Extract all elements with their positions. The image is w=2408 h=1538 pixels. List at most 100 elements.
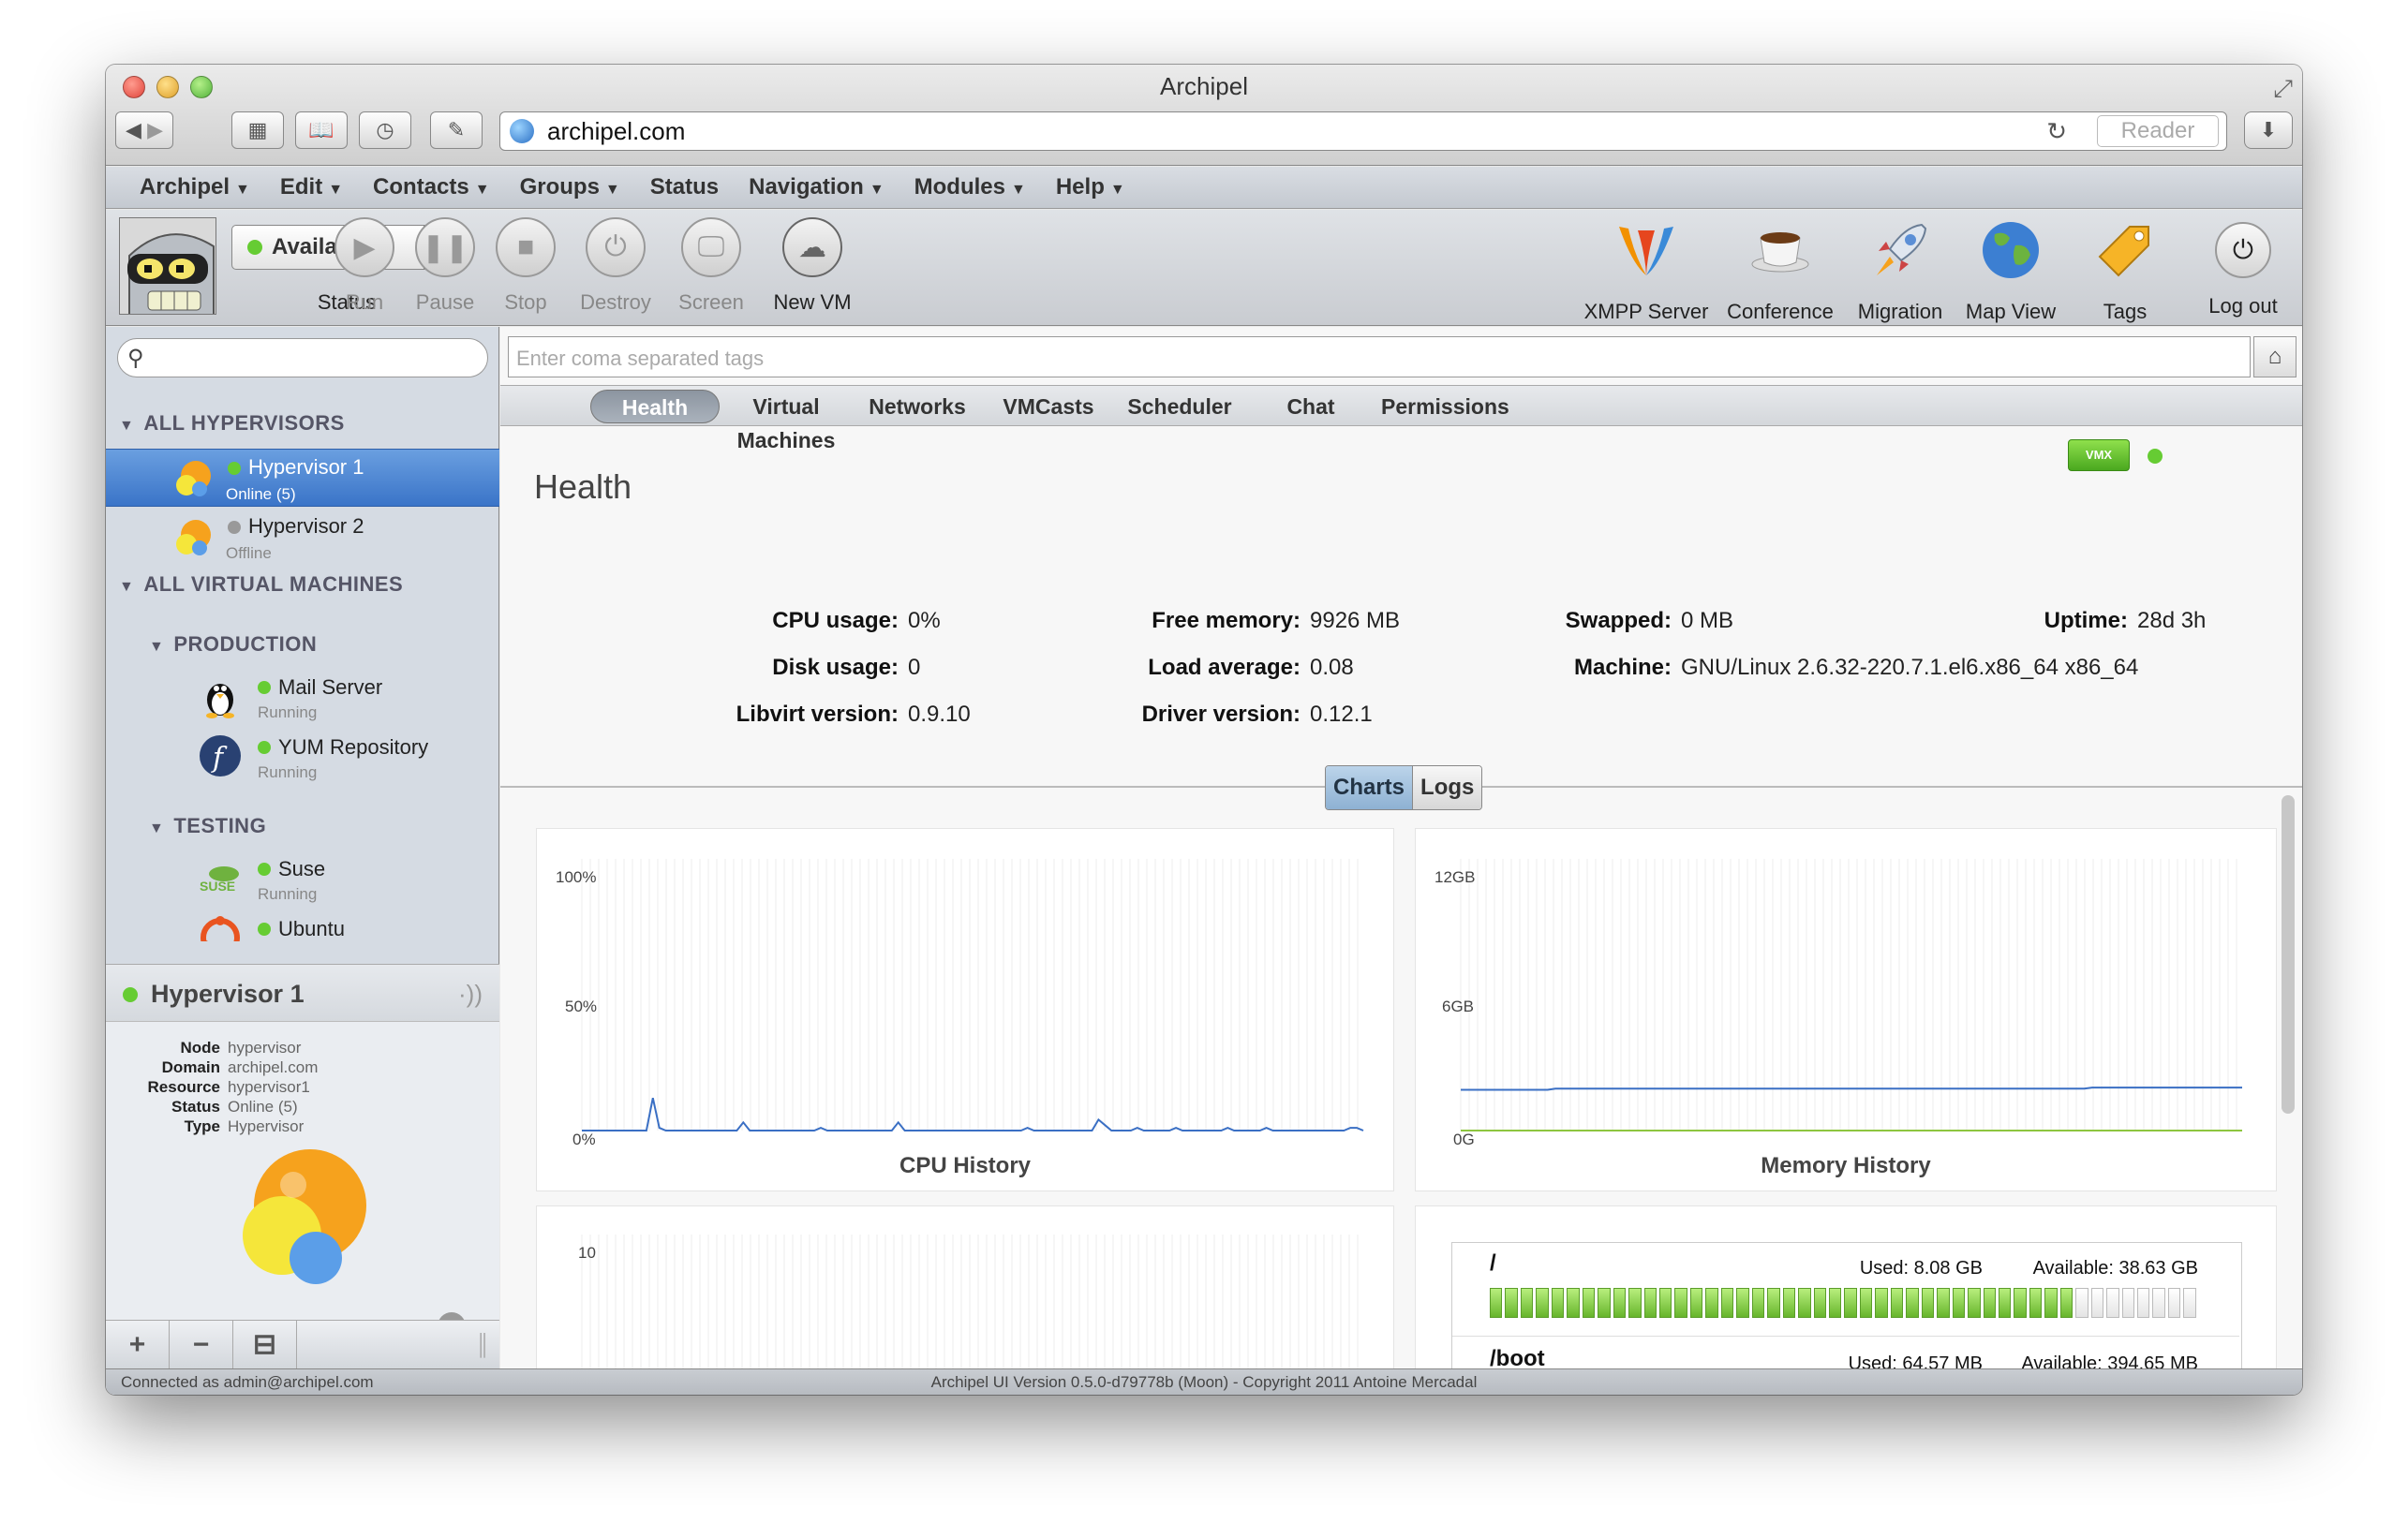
disk-bar-segment	[1736, 1288, 1749, 1318]
vm-item-ubuntu[interactable]: Ubuntu	[106, 911, 499, 941]
menu-help[interactable]: Help ▼	[1056, 174, 1125, 200]
stop-button[interactable]: ■ Stop	[479, 217, 572, 315]
disk-bar-segment	[1875, 1288, 1888, 1318]
menu-archipel[interactable]: Archipel ▼	[140, 174, 250, 200]
remove-contact-button[interactable]: −	[170, 1320, 233, 1369]
disk-bar-segment	[1705, 1288, 1718, 1318]
forward-icon[interactable]: ▶	[147, 118, 163, 142]
section-all-hypervisors[interactable]: ▼ ALL HYPERVISORS	[119, 411, 345, 436]
vm-item-mail-server[interactable]: Mail Server Running	[106, 670, 499, 726]
group-production[interactable]: ▼ PRODUCTION	[149, 632, 317, 657]
fedora-icon: f	[200, 735, 241, 776]
add-contact-button[interactable]: +	[106, 1320, 170, 1369]
run-label: Run	[345, 290, 384, 314]
load-history-chart	[581, 1235, 1359, 1395]
disk-bar-segment	[1828, 1288, 1842, 1318]
tags-input[interactable]: Enter coma separated tags	[508, 336, 2251, 377]
new-vm-button[interactable]: ☁ New VM	[766, 217, 859, 315]
bookmarks-button[interactable]: 📖	[295, 111, 348, 149]
section-all-virtual-machines[interactable]: ▼ ALL VIRTUAL MACHINES	[119, 572, 403, 597]
screen-label: Screen	[678, 290, 744, 314]
tag-outline-icon: ⌂	[2267, 344, 2282, 369]
extension-button[interactable]: ✎	[430, 111, 483, 149]
group-options-button[interactable]: ⊟	[233, 1320, 297, 1369]
screen-button[interactable]: 🖵 Screen	[664, 217, 758, 315]
map-view-button[interactable]: Map View	[1959, 217, 2062, 324]
destroy-button[interactable]: ⏻ Destroy	[569, 217, 662, 315]
reload-icon[interactable]: ↻	[2046, 117, 2067, 146]
group-testing[interactable]: ▼ TESTING	[149, 814, 266, 838]
back-forward-buttons[interactable]: ◀ ▶	[115, 111, 173, 149]
pause-button[interactable]: ❚❚ Pause	[398, 217, 492, 315]
downloads-button[interactable]: ⬇	[2244, 111, 2293, 149]
disk-bar-segment	[1505, 1288, 1518, 1318]
address-bar[interactable]: archipel.com ↻ Reader	[499, 111, 2227, 151]
xmpp-icon	[1619, 227, 1673, 275]
running-status-dot	[258, 923, 271, 936]
content-scrollbar[interactable]	[2282, 795, 2295, 1114]
mem-ytick-6gb: 6GB	[1442, 998, 1475, 1015]
disclosure-triangle-icon: ▼	[149, 821, 165, 836]
avatar[interactable]	[119, 217, 216, 315]
vm-name: Suse	[278, 857, 326, 880]
conference-label: Conference	[1727, 300, 1834, 323]
destroy-label: Destroy	[580, 290, 651, 314]
menu-groups[interactable]: Groups ▼	[520, 174, 620, 200]
run-button[interactable]: ▶ Run	[318, 217, 411, 315]
resize-handle-icon[interactable]: ║	[475, 1333, 490, 1357]
menu-navigation[interactable]: Navigation ▼	[749, 174, 884, 200]
tab-permissions[interactable]: Permissions	[1381, 390, 1509, 423]
hypervisor-bubbles-icon	[176, 520, 211, 555]
menu-modules[interactable]: Modules ▼	[914, 174, 1026, 200]
disk-bar-segment	[1536, 1288, 1549, 1318]
offline-status-dot	[228, 521, 241, 534]
migration-button[interactable]: Migration	[1849, 217, 1952, 324]
tag-submit-button[interactable]: ⌂	[2253, 336, 2297, 377]
disk-bar-segment	[1582, 1288, 1596, 1318]
map-view-label: Map View	[1965, 300, 2057, 323]
disk-bar-segment	[1813, 1288, 1826, 1318]
coffee-cup-icon	[1751, 232, 1809, 273]
back-icon[interactable]: ◀	[126, 118, 141, 142]
signal-icon[interactable]: ·))	[458, 980, 483, 1009]
fullscreen-icon[interactable]: ⤢	[2273, 74, 2293, 104]
vm-item-yum-repository[interactable]: f YUM Repository Running	[106, 730, 499, 786]
details-title: Hypervisor 1	[151, 980, 305, 1008]
disk-bar-segment	[1859, 1288, 1873, 1318]
cloud-icon: ☁	[782, 217, 842, 277]
top-sites-button[interactable]: ▦	[231, 111, 284, 149]
reader-button[interactable]: Reader	[2097, 115, 2219, 147]
logs-segment[interactable]: Logs	[1412, 766, 1482, 809]
disclosure-triangle-icon: ▼	[149, 639, 165, 655]
tags-button[interactable]: Tags	[2083, 217, 2167, 324]
disk-bar-segment	[2167, 1288, 2181, 1318]
tab-health[interactable]: Health	[590, 390, 720, 423]
xmpp-server-label: XMPP Server	[1583, 300, 1709, 323]
tab-vmcasts[interactable]: VMCasts	[988, 390, 1109, 423]
xmpp-server-button[interactable]: XMPP Server	[1581, 217, 1712, 324]
tab-scheduler[interactable]: Scheduler	[1119, 390, 1241, 423]
hypervisor-item-2[interactable]: Hypervisor 2 Offline	[106, 509, 499, 567]
tab-networks[interactable]: Networks	[856, 390, 978, 423]
cpu-history-chart	[581, 859, 1364, 1131]
menu-contacts[interactable]: Contacts ▼	[373, 174, 490, 200]
vm-item-suse[interactable]: SUSE Suse Running	[106, 851, 499, 908]
vmx-badge[interactable]: VMX	[2068, 439, 2130, 471]
memory-history-chart	[1460, 859, 2242, 1131]
url-text[interactable]: archipel.com	[547, 117, 685, 146]
disk-bar-segment	[2090, 1288, 2104, 1318]
disk-bar-segment	[1906, 1288, 1919, 1318]
tab-virtual-machines[interactable]: Virtual Machines	[725, 390, 847, 452]
conference-button[interactable]: Conference	[1719, 217, 1841, 324]
hypervisor-item-1[interactable]: Hypervisor 1 Online (5)	[106, 449, 499, 507]
tab-chat[interactable]: Chat	[1250, 390, 1372, 423]
log-out-button[interactable]: ⏻ Log out	[2201, 217, 2285, 318]
menu-status[interactable]: Status	[650, 174, 719, 200]
chevron-down-icon: ▼	[474, 182, 490, 198]
history-button[interactable]: ◷	[359, 111, 411, 149]
disclosure-triangle-icon: ▼	[119, 418, 135, 434]
charts-segment[interactable]: Charts	[1326, 766, 1413, 809]
penguin-icon	[206, 684, 234, 718]
menu-edit[interactable]: Edit ▼	[280, 174, 343, 200]
roster-search-input[interactable]: ⚲	[117, 338, 488, 377]
